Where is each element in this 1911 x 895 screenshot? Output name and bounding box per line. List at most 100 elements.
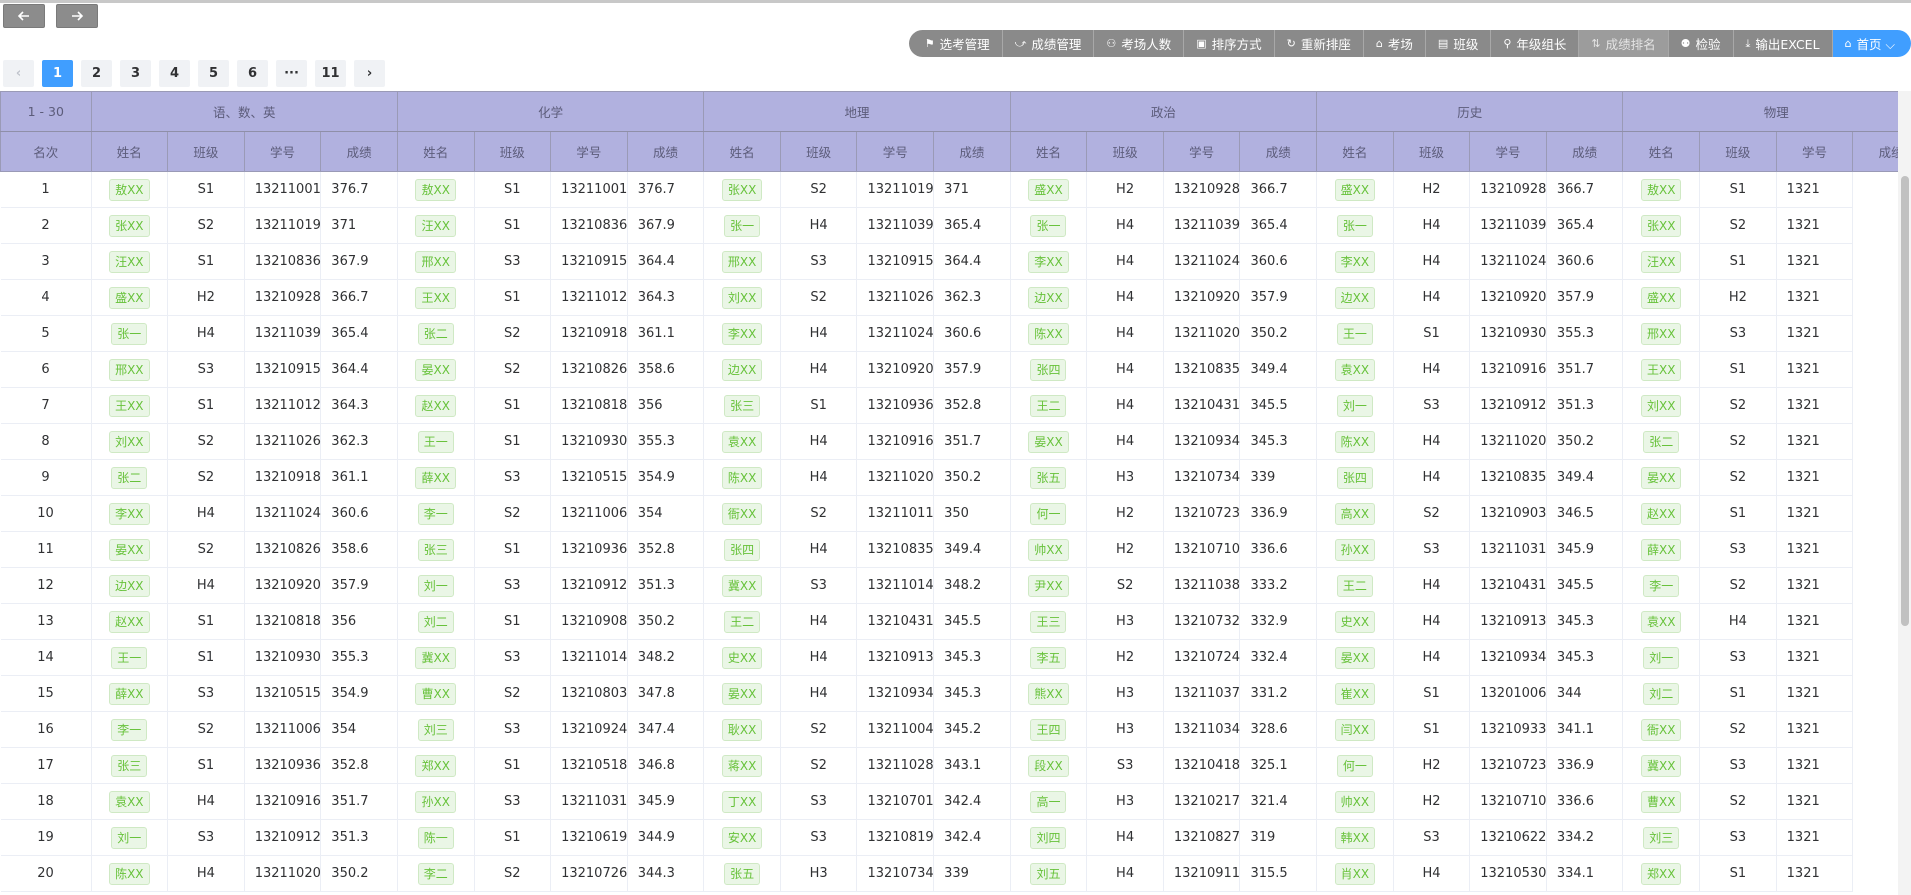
toolbar-reseat[interactable]: ↻ 重新排座 bbox=[1274, 30, 1364, 57]
toolbar-class[interactable]: ▤ 班级 bbox=[1425, 30, 1492, 57]
student-id-cell: 1321 bbox=[1776, 675, 1854, 712]
column-header[interactable]: 学号 bbox=[550, 131, 628, 172]
student-name-tag: 刘三 bbox=[1643, 826, 1680, 849]
table-row[interactable]: 5 张一 H4 13211039 365.4 张二 S2 13210918 361.1 李XX H4… bbox=[0, 315, 1899, 352]
class-cell: S2 bbox=[780, 279, 858, 316]
table-row[interactable]: 8 刘XX S2 13211026 362.3 王一 S1 13210930 355.3 袁XX H… bbox=[0, 423, 1899, 460]
student-name-tag: 李一 bbox=[1643, 574, 1680, 597]
vertical-scrollbar[interactable] bbox=[1898, 91, 1911, 895]
score-cell: 351.3 bbox=[320, 819, 398, 856]
student-name-tag: 王三 bbox=[1030, 610, 1067, 633]
toolbar-room-count[interactable]: ⚇ 考场人数 bbox=[1094, 30, 1185, 57]
table-row[interactable]: 2 张XX S2 13211019 371 汪XX S1 13210836 367.9 张一 H4 1… bbox=[0, 207, 1899, 244]
column-header[interactable]: 成绩 bbox=[933, 131, 1011, 172]
student-id-cell: 13210916 bbox=[1469, 351, 1547, 388]
page-11[interactable]: 11 bbox=[315, 60, 346, 87]
student-name-tag: 边XX bbox=[721, 358, 763, 381]
column-header[interactable]: 成绩 bbox=[1239, 131, 1318, 172]
table-row[interactable]: 19 刘一 S3 13210912 351.3 陈一 S1 13210619 344.9 安XX S… bbox=[0, 819, 1899, 856]
student-id-cell: 13211024 bbox=[1469, 243, 1547, 280]
student-id-cell: 1321 bbox=[1776, 279, 1854, 316]
page-3[interactable]: 3 bbox=[120, 60, 151, 87]
toolbar-exam-room[interactable]: ⌂ 考场 bbox=[1363, 30, 1426, 57]
score-cell: 365.4 bbox=[320, 315, 398, 352]
prev-page-button[interactable]: ‹ bbox=[3, 60, 34, 87]
table-row[interactable]: 13 赵XX S1 13210818 356 刘二 S1 13210908 350.2 王二 H4 1… bbox=[0, 603, 1899, 640]
table-row[interactable]: 20 陈XX H4 13211020 350.2 李二 S2 13210726 344.3 张五 H… bbox=[0, 855, 1899, 892]
column-header[interactable]: 班级 bbox=[473, 131, 552, 172]
page-1[interactable]: 1 bbox=[42, 60, 73, 87]
table-row[interactable]: 12 边XX H4 13210920 357.9 刘一 S3 13210912 351.3 冀XX… bbox=[0, 567, 1899, 604]
column-header[interactable]: 学号 bbox=[856, 131, 935, 172]
column-header[interactable]: 成绩 bbox=[626, 131, 705, 172]
column-header[interactable]: 班级 bbox=[1392, 131, 1471, 172]
table-row[interactable]: 6 邢XX S3 13210915 364.4 晏XX S2 13210826 358.6 边XX… bbox=[0, 351, 1899, 388]
table-row[interactable]: 10 李XX H4 13211024 360.6 李一 S2 13211006 354 衙XX S2… bbox=[0, 495, 1899, 532]
column-header[interactable]: 姓名 bbox=[1316, 131, 1394, 172]
student-id-cell: 13210726 bbox=[550, 855, 628, 892]
toolbar-score-ranking[interactable]: ⇅ 成绩排名 bbox=[1579, 30, 1669, 57]
table-row[interactable]: 4 盛XX H2 13210928 366.7 王XX S1 13211012 364.3 刘XX… bbox=[0, 279, 1899, 316]
name-cell: 张三 bbox=[397, 531, 475, 568]
table-row[interactable]: 14 王一 S1 13210930 355.3 冀XX S3 13211014 348.2 史XX… bbox=[0, 639, 1899, 676]
table-row[interactable]: 17 张三 S1 13210936 352.8 郑XX S1 13210518 346.8 蒋XX… bbox=[0, 747, 1899, 784]
column-header[interactable]: 姓名 bbox=[396, 131, 475, 172]
table-row[interactable]: 18 袁XX H4 13210916 351.7 孙XX S3 13211031 345.9 丁X… bbox=[0, 783, 1899, 820]
page-4[interactable]: 4 bbox=[159, 60, 190, 87]
scrollbar-thumb[interactable] bbox=[1901, 176, 1909, 626]
student-name-tag: 耿XX bbox=[721, 718, 763, 741]
score-cell: 328.6 bbox=[1239, 711, 1318, 748]
page-6[interactable]: 6 bbox=[237, 60, 268, 87]
toolbar-export-excel[interactable]: ⤓ 输出EXCEL bbox=[1733, 30, 1833, 57]
column-header[interactable]: 姓名 bbox=[703, 131, 781, 172]
table-row[interactable]: 9 张二 S2 13210918 361.1 薛XX S3 13210515 354.9 陈XX H… bbox=[0, 459, 1899, 496]
page-5[interactable]: 5 bbox=[198, 60, 229, 87]
toolbar-score-management[interactable]: ⤻ 成绩管理 bbox=[1002, 30, 1095, 57]
next-page-button[interactable]: › bbox=[354, 60, 385, 87]
student-name-tag: 赵XX bbox=[1641, 502, 1682, 525]
table-row[interactable]: 16 李一 S2 13211006 354 刘三 S3 13210924 347.4 耿XX S2 1… bbox=[0, 711, 1899, 748]
class-cell: H3 bbox=[780, 855, 858, 892]
table-row[interactable]: 3 汪XX S1 13210836 367.9 邢XX S3 13210915 364.4 邢XX… bbox=[0, 243, 1899, 280]
student-name-tag: 衙XX bbox=[1641, 718, 1682, 741]
toolbar-sort-mode[interactable]: ▣ 排序方式 bbox=[1184, 30, 1275, 57]
table-row[interactable]: 11 晏XX S2 13210826 358.6 张三 S1 13210936 352.8 张四 H… bbox=[0, 531, 1899, 568]
column-header[interactable]: 学号 bbox=[243, 131, 322, 172]
toolbar-elective-management[interactable]: ⚑ 选考管理 bbox=[908, 30, 1003, 57]
column-header[interactable]: 学号 bbox=[1162, 131, 1241, 172]
toolbar-grade-leader[interactable]: ⚲ 年级组长 bbox=[1491, 30, 1580, 57]
column-header[interactable]: 班级 bbox=[167, 131, 245, 172]
forward-button[interactable] bbox=[56, 4, 98, 28]
column-header[interactable]: 学号 bbox=[1775, 131, 1854, 172]
column-header[interactable]: 姓名 bbox=[90, 131, 169, 172]
subject-group-header: 地理 bbox=[703, 91, 1011, 132]
column-header[interactable]: 成绩 bbox=[1852, 131, 1898, 172]
toolbar-home[interactable]: ⌂ 首页 ⌵ bbox=[1832, 30, 1911, 57]
column-header[interactable]: 姓名 bbox=[1009, 131, 1088, 172]
back-button[interactable] bbox=[3, 4, 45, 28]
table-row[interactable]: 1 敖XX S1 13211001 376.7 敖XX S1 13211001 376.7 张XX… bbox=[0, 171, 1899, 208]
rank-cell: 19 bbox=[0, 819, 92, 856]
column-header[interactable]: 班级 bbox=[1086, 131, 1164, 172]
page-2[interactable]: 2 bbox=[81, 60, 112, 87]
column-header[interactable]: 班级 bbox=[1699, 131, 1777, 172]
page-ellipsis[interactable]: ··· bbox=[276, 60, 307, 87]
student-name-tag: 何一 bbox=[1336, 754, 1373, 777]
column-header[interactable]: 班级 bbox=[779, 131, 858, 172]
column-header[interactable]: 学号 bbox=[1469, 131, 1547, 172]
name-cell: 邢XX bbox=[703, 243, 781, 280]
name-cell: 张四 bbox=[1316, 459, 1394, 496]
column-header[interactable]: 成绩 bbox=[320, 131, 398, 172]
toolbar-check[interactable]: ⚉ 检验 bbox=[1668, 30, 1734, 57]
name-cell: 张四 bbox=[703, 531, 781, 568]
student-id-cell: 1321 bbox=[1776, 639, 1854, 676]
class-cell: H4 bbox=[1393, 279, 1471, 316]
score-cell: 355.3 bbox=[627, 423, 705, 460]
column-header[interactable]: 姓名 bbox=[1622, 131, 1701, 172]
class-cell: H4 bbox=[1086, 423, 1164, 460]
name-cell: 敖XX bbox=[1622, 171, 1701, 208]
column-header[interactable]: 成绩 bbox=[1545, 131, 1624, 172]
name-cell: 闫XX bbox=[1316, 711, 1394, 748]
table-row[interactable]: 15 薛XX S3 13210515 354.9 曹XX S2 13210803 347.8 晏X… bbox=[0, 675, 1899, 712]
table-row[interactable]: 7 王XX S1 13211012 364.3 赵XX S1 13210818 356 张三 S1 1… bbox=[0, 387, 1899, 424]
